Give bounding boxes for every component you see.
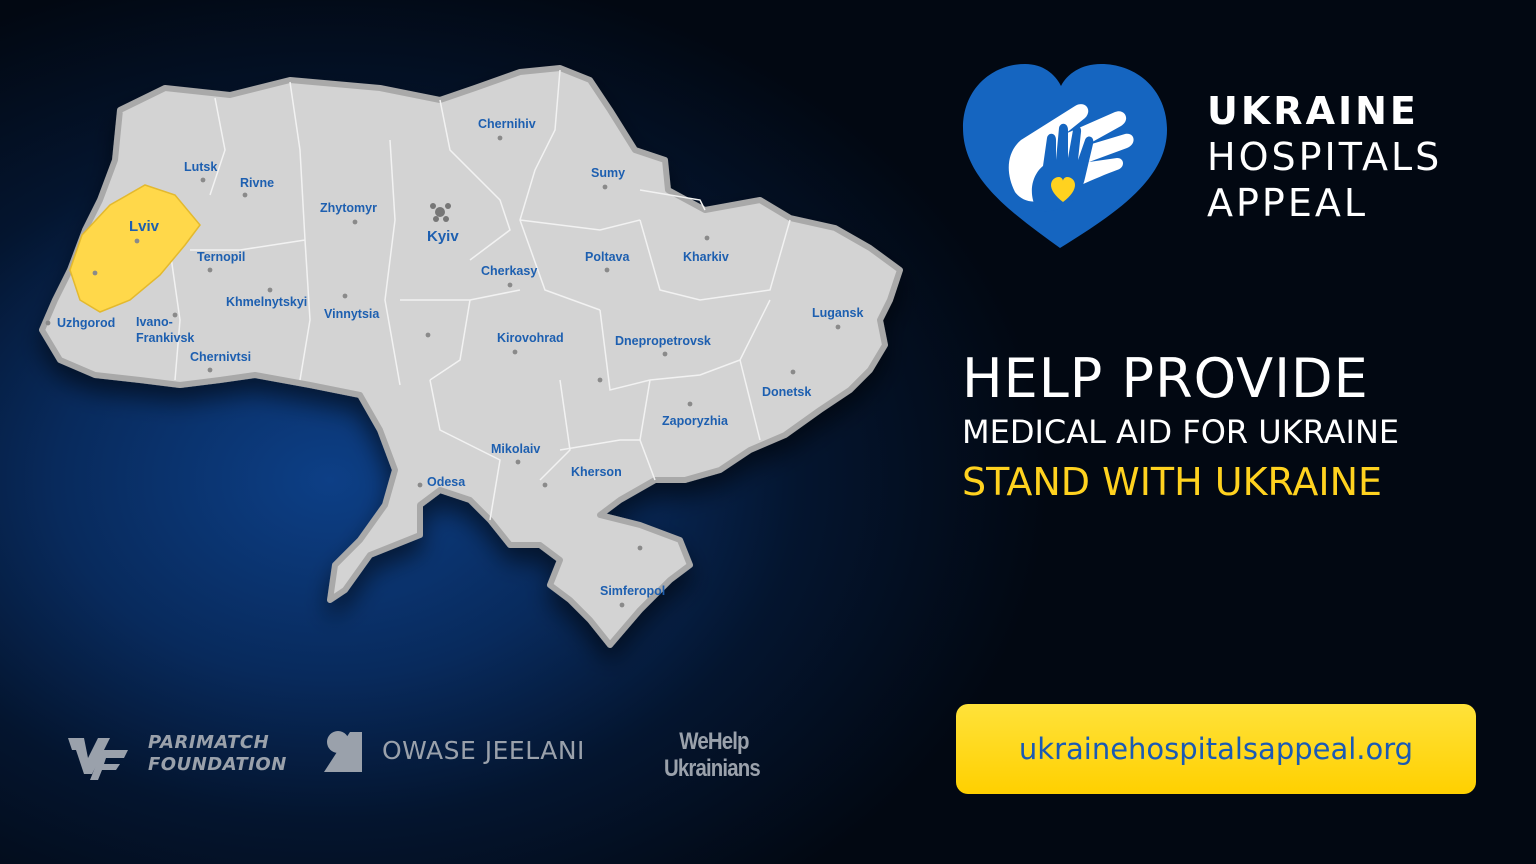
city-label-frankivsk: Frankivsk (136, 331, 194, 345)
city-label-kyiv: Kyiv (427, 228, 459, 245)
heart-hands-icon (963, 64, 1167, 248)
city-label-rivne: Rivne (240, 176, 274, 190)
parimatch-logo-icon (68, 738, 128, 780)
city-label-chernivtsi: Chernivtsi (190, 350, 251, 364)
city-label-chernihiv: Chernihiv (478, 117, 536, 131)
website-link-button[interactable]: ukrainehospitalsappeal.org (956, 704, 1476, 794)
city-label-odesa: Odesa (427, 475, 466, 489)
partner-owase-jeelani: OWASE JEELANI (320, 728, 620, 778)
headline-help-provide: HELP PROVIDE (962, 347, 1369, 410)
city-label-mikolaiv: Mikolaiv (491, 442, 540, 456)
parimatch-line1: PARIMATCH (148, 732, 270, 753)
city-label-kherson: Kherson (571, 465, 622, 479)
parimatch-line2: FOUNDATION (148, 754, 287, 775)
city-label-zhytomyr: Zhytomyr (320, 201, 377, 215)
city-label-dnepropetrovsk: Dnepropetrovsk (615, 334, 711, 348)
brand-line-appeal: APPEAL (1207, 181, 1369, 225)
city-label-lugansk: Lugansk (812, 306, 863, 320)
partner-parimatch-foundation: PARIMATCH FOUNDATION (62, 728, 286, 788)
website-url[interactable]: ukrainehospitalsappeal.org (1019, 732, 1413, 766)
city-label-donetsk: Donetsk (762, 385, 811, 399)
headline-stand-with-ukraine: STAND WITH UKRAINE (962, 460, 1383, 504)
city-label-zaporyzhia: Zaporyzhia (662, 414, 729, 428)
city-label-cherkasy: Cherkasy (481, 264, 537, 278)
headline-medical-aid: MEDICAL AID FOR UKRAINE (962, 413, 1400, 451)
city-label-kirovohrad: Kirovohrad (497, 331, 564, 345)
brand-line-ukraine: UKRAINE (1207, 89, 1419, 133)
city-label-kharkiv: Kharkiv (683, 250, 729, 264)
ukraine-outline (39, 65, 903, 648)
city-label-vinnytsia: Vinnytsia (324, 307, 380, 321)
city-label-lviv: Lviv (129, 218, 160, 235)
headline: HELP PROVIDE MEDICAL AID FOR UKRAINE STA… (962, 348, 1502, 510)
wehelp-line1: WeHelp (679, 728, 749, 755)
city-label-lutsk: Lutsk (184, 160, 217, 174)
city-label-poltava: Poltava (585, 250, 631, 264)
wehelp-line2: Ukrainians (664, 755, 761, 782)
partner-wehelp-ukrainians: WeHelp Ukrainians (664, 728, 794, 788)
city-label-ivano: Ivano- (136, 315, 173, 329)
city-label-ternopil: Ternopil (197, 250, 245, 264)
owase-name: OWASE JEELANI (382, 736, 585, 765)
city-label-khmelnytskyi: Khmelnytskyi (226, 295, 307, 309)
brand-name: UKRAINE HOSPITALS APPEAL (1207, 88, 1442, 226)
city-label-uzhgorod: Uzhgorod (57, 316, 115, 330)
brand-line-hospitals: HOSPITALS (1207, 135, 1443, 179)
owase-logo-icon (324, 731, 362, 772)
city-label-sumy: Sumy (591, 166, 625, 180)
city-label-simferopol: Simferopol (600, 584, 665, 598)
